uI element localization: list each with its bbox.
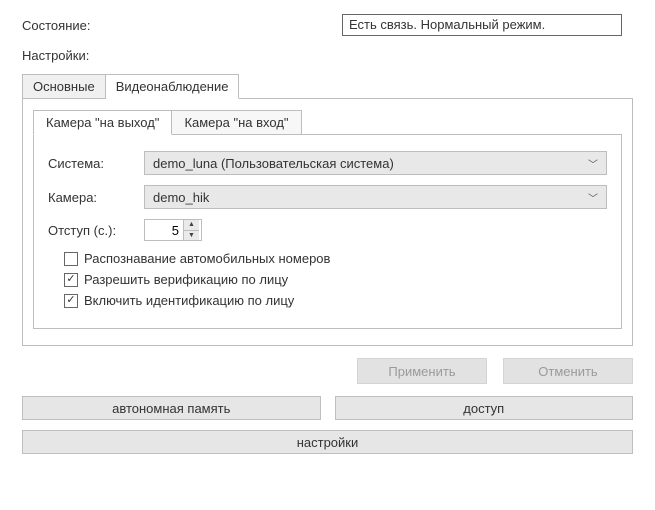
offset-input[interactable] xyxy=(145,220,183,240)
outer-tabstrip: Основные Видеонаблюдение xyxy=(22,73,633,98)
video-panel: Камера "на выход" Камера "на вход" Систе… xyxy=(22,98,633,346)
system-select-value: demo_luna (Пользовательская система) xyxy=(153,156,394,171)
label-verify-face: Разрешить верификацию по лицу xyxy=(84,272,288,287)
checkbox-identify-face[interactable]: ✓ xyxy=(64,294,78,308)
camera-exit-panel: Система: demo_luna (Пользовательская сис… xyxy=(33,134,622,329)
inner-tabstrip: Камера "на выход" Камера "на вход" xyxy=(33,109,622,134)
camera-select-value: demo_hik xyxy=(153,190,209,205)
cancel-button[interactable]: Отменить xyxy=(503,358,633,384)
label-identify-face: Включить идентификацию по лицу xyxy=(84,293,294,308)
offset-spinner[interactable]: ▲ ▼ xyxy=(144,219,202,241)
apply-button[interactable]: Применить xyxy=(357,358,487,384)
settings-button[interactable]: настройки xyxy=(22,430,633,454)
spinner-up-icon[interactable]: ▲ xyxy=(184,220,199,231)
tab-basic[interactable]: Основные xyxy=(22,74,106,99)
camera-label: Камера: xyxy=(48,190,144,205)
checkbox-plates[interactable] xyxy=(64,252,78,266)
autonomous-memory-button[interactable]: автономная память xyxy=(22,396,321,420)
chevron-down-icon: ﹀ xyxy=(588,190,598,205)
checkbox-verify-face[interactable]: ✓ xyxy=(64,273,78,287)
state-value: Есть связь. Нормальный режим. xyxy=(342,14,622,36)
tab-video[interactable]: Видеонаблюдение xyxy=(106,74,240,99)
label-plates: Распознавание автомобильных номеров xyxy=(84,251,330,266)
state-label: Состояние: xyxy=(22,18,342,33)
tab-camera-exit[interactable]: Камера "на выход" xyxy=(33,110,172,135)
access-button[interactable]: доступ xyxy=(335,396,634,420)
spinner-down-icon[interactable]: ▼ xyxy=(184,231,199,241)
system-label: Система: xyxy=(48,156,144,171)
tab-camera-entry[interactable]: Камера "на вход" xyxy=(172,110,301,135)
system-select[interactable]: demo_luna (Пользовательская система) ﹀ xyxy=(144,151,607,175)
camera-select[interactable]: demo_hik ﹀ xyxy=(144,185,607,209)
chevron-down-icon: ﹀ xyxy=(588,156,598,171)
settings-title: Настройки: xyxy=(22,48,633,63)
offset-label: Отступ (с.): xyxy=(48,223,144,238)
